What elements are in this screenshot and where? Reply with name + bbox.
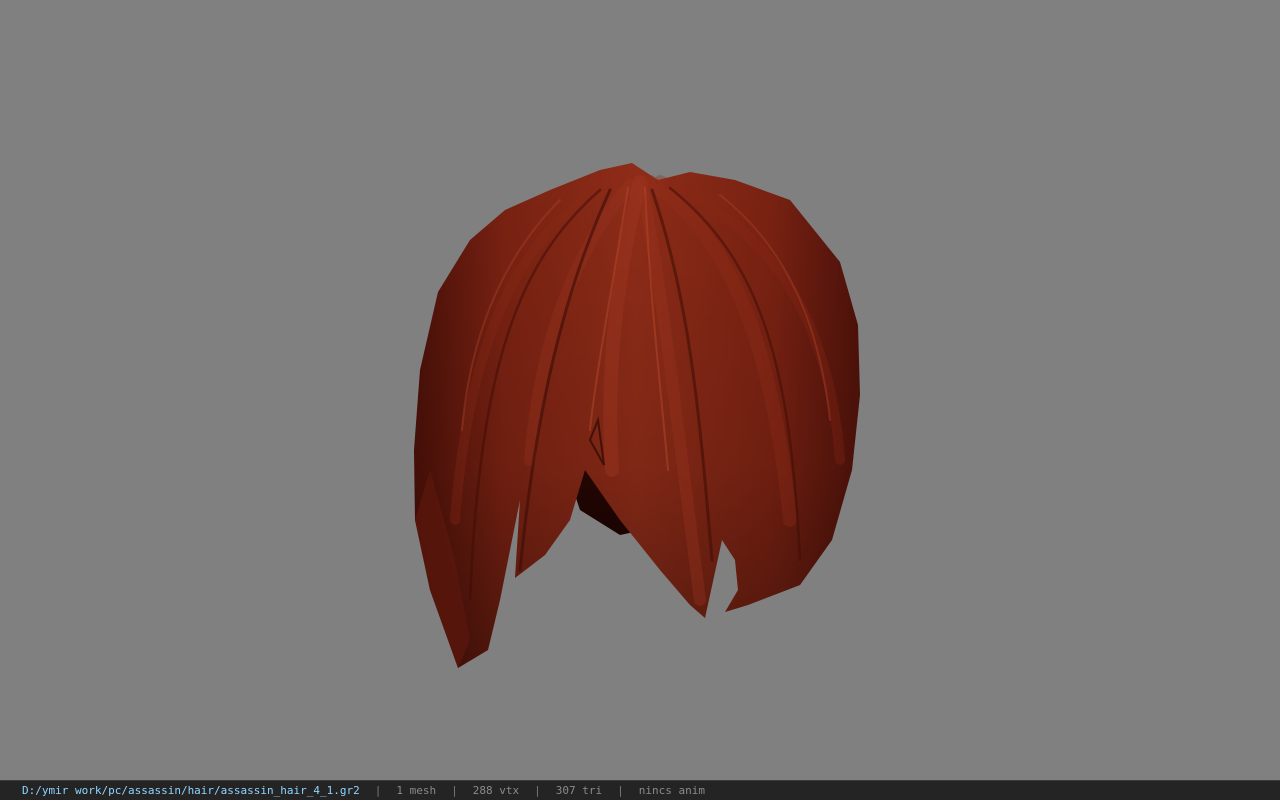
hair-model-render — [414, 163, 860, 668]
vertex-count: 288 vtx — [472, 784, 520, 797]
triangle-count: 307 tri — [555, 784, 603, 797]
status-bar: D:/ymir work/pc/assassin/hair/assassin_h… — [0, 780, 1280, 800]
separator: | — [374, 784, 382, 797]
mesh-count: 1 mesh — [396, 784, 437, 797]
separator: | — [451, 784, 458, 797]
separator: | — [617, 784, 624, 797]
3d-viewport[interactable] — [0, 0, 1280, 780]
hair-depth-shading — [414, 163, 860, 668]
file-path: D:/ymir work/pc/assassin/hair/assassin_h… — [22, 784, 360, 797]
animation-status: nincs anim — [638, 784, 705, 797]
separator: | — [534, 784, 541, 797]
